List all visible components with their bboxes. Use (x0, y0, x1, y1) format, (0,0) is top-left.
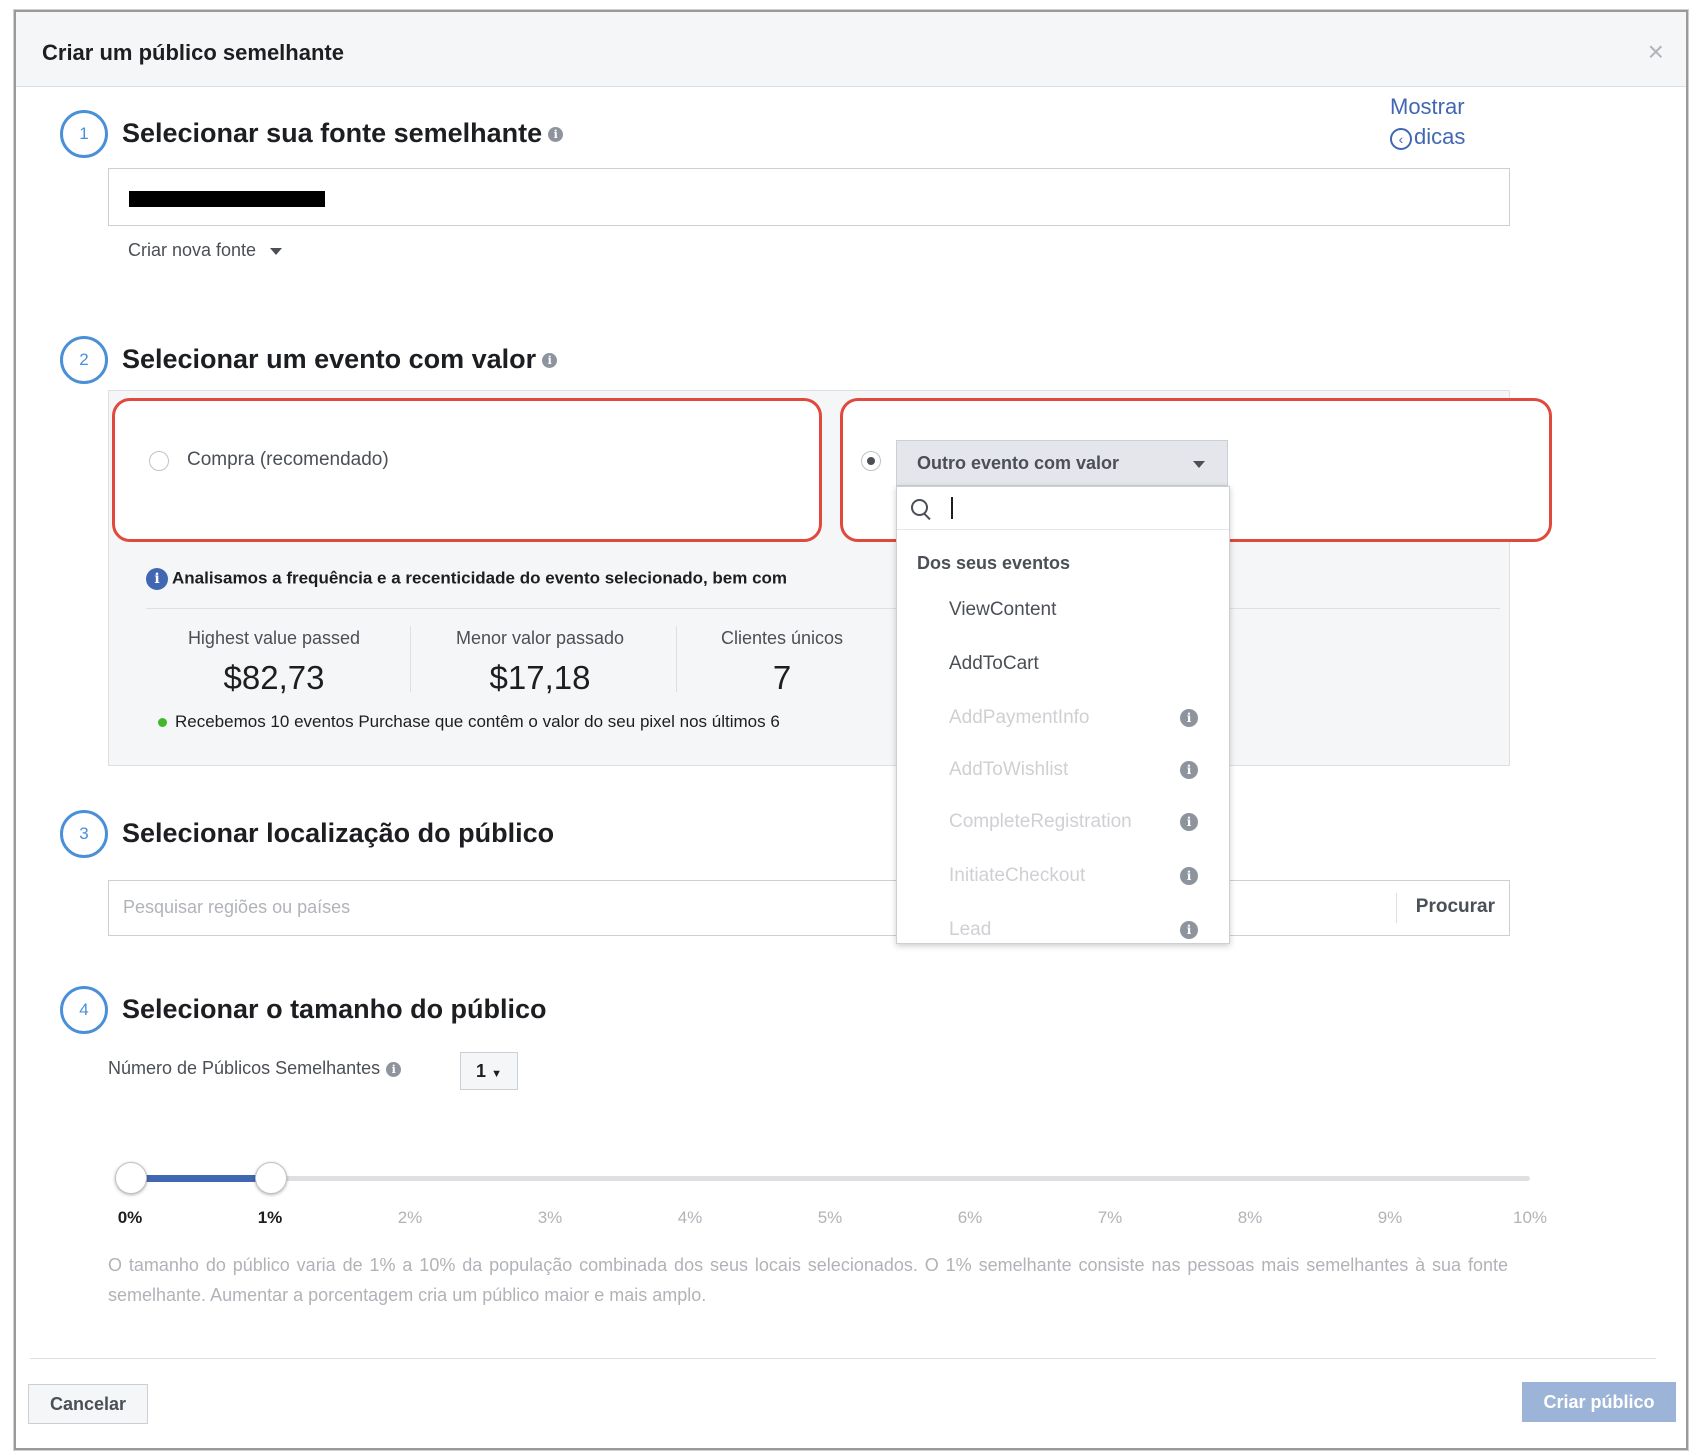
location-search-button[interactable]: Procurar (1416, 896, 1495, 918)
slider-handle-min[interactable] (115, 1162, 147, 1194)
stat-label: Clientes únicos (720, 628, 844, 648)
audience-count-select[interactable]: 1 ▼ (460, 1052, 518, 1090)
audience-count-value: 1 (476, 1061, 487, 1081)
location-search-input[interactable]: Pesquisar regiões ou países (123, 897, 350, 918)
chevron-down-icon (1193, 461, 1205, 468)
tips-line1: Mostrar (1390, 94, 1465, 119)
menu-search-input[interactable] (897, 487, 1229, 530)
info-analysis-label: Analisamos a frequência e a recenticidad… (172, 568, 788, 588)
stat-value: $17,18 (489, 659, 591, 696)
slider-tick: 7% (1097, 1208, 1123, 1227)
chevron-left-icon: ‹ (1390, 128, 1412, 150)
menu-item-initiatecheckout: InitiateCheckout (949, 865, 1086, 886)
dialog-title: Criar um público semelhante (42, 40, 344, 65)
text-cursor (951, 497, 953, 519)
slider-tick: 3% (537, 1208, 563, 1227)
slider-tick: 6% (957, 1208, 983, 1227)
received-events-label: Recebemos 10 eventos Purchase que contêm… (175, 712, 780, 731)
audience-size-description: O tamanho do público varia de 1% a 10% d… (108, 1255, 1508, 1305)
received-events-text: Recebemos 10 eventos Purchase que contêm… (158, 712, 894, 732)
stat-value: 7 (772, 659, 792, 696)
location-search-box[interactable]: Pesquisar regiões ou países Procurar (108, 880, 1510, 936)
show-tips-link[interactable]: Mostrar ‹ dicas (1390, 92, 1500, 152)
info-icon: i (146, 568, 168, 590)
stat-lowest-value: Menor valor passado $17,18 (410, 628, 670, 697)
step-number-1: 1 (60, 110, 108, 158)
redacted-source-name (129, 191, 325, 207)
event-dropdown-menu: Dos seus eventos ViewContent AddToCart A… (896, 486, 1230, 944)
slider-tick: 8% (1237, 1208, 1263, 1227)
other-event-dropdown-label: Outro evento com valor (917, 453, 1120, 473)
create-audience-button[interactable]: Criar público (1522, 1382, 1676, 1422)
info-icon[interactable]: i (1180, 761, 1198, 779)
search-icon (911, 499, 928, 516)
divider (1396, 893, 1397, 923)
step-title-2-text: Selecionar um evento com valor (122, 344, 537, 374)
menu-item-viewcontent[interactable]: ViewContent (949, 599, 1056, 621)
menu-item-completeregistration: CompleteRegistration (949, 811, 1132, 832)
slider-tick: 9% (1377, 1208, 1403, 1227)
other-event-radio[interactable] (861, 451, 881, 471)
slider-tick: 2% (397, 1208, 423, 1227)
step-title-2: Selecionar um evento com valor i (122, 344, 558, 375)
purchase-radio[interactable] (149, 451, 169, 471)
menu-item-addtowishlist: AddToWishlist (949, 759, 1069, 780)
purchase-option-label: Compra (recomendado) (187, 449, 389, 470)
tips-line2: dicas (1414, 124, 1466, 149)
purchase-option-box[interactable]: Compra (recomendado) (112, 398, 822, 542)
slider-tick: 10% (1512, 1208, 1548, 1227)
menu-item-lead: Lead (949, 919, 992, 940)
menu-group-label: Dos seus eventos (917, 553, 1071, 573)
slider-tick: 4% (677, 1208, 703, 1227)
step-title-1-text: Selecionar sua fonte semelhante (122, 118, 543, 148)
create-new-source-dropdown[interactable]: Criar nova fonte (128, 240, 283, 261)
step-title-4: Selecionar o tamanho do público (122, 994, 547, 1024)
slider-handle-max[interactable] (255, 1162, 287, 1194)
info-icon[interactable]: i (548, 127, 564, 143)
audience-count-text: Número de Públicos Semelhantes (108, 1058, 381, 1078)
divider (30, 1358, 1656, 1359)
divider (146, 608, 1500, 609)
step-number-3: 3 (60, 810, 108, 858)
stat-label: Menor valor passado (455, 628, 625, 648)
info-icon[interactable]: i (1180, 709, 1198, 727)
info-icon[interactable]: i (542, 353, 558, 369)
step-title-3: Selecionar localização do público (122, 818, 555, 848)
menu-item-addtocart[interactable]: AddToCart (949, 653, 1039, 675)
stat-value: $82,73 (223, 659, 325, 696)
info-analysis-text: i Analisamos a frequência e a recenticida… (146, 568, 894, 590)
source-selector[interactable] (108, 168, 1510, 226)
cancel-button[interactable]: Cancelar (28, 1384, 148, 1424)
chevron-down-icon: ▼ (491, 1068, 502, 1080)
slider-selected-range (128, 1175, 268, 1182)
slider-tick: 5% (817, 1208, 843, 1227)
other-event-dropdown[interactable]: Outro evento com valor (896, 440, 1228, 486)
close-icon[interactable]: × (1648, 38, 1664, 66)
create-new-source-label: Criar nova fonte (128, 240, 257, 260)
info-icon[interactable]: i (386, 1061, 402, 1077)
menu-item-addpaymentinfo: AddPaymentInfo (949, 707, 1090, 728)
step-number-4: 4 (60, 986, 108, 1034)
audience-size-slider[interactable] (128, 1176, 1530, 1181)
slider-tick: 1% (257, 1208, 283, 1227)
audience-count-label: Número de Públicos Semelhantes i (108, 1058, 402, 1079)
info-icon[interactable]: i (1180, 813, 1198, 831)
info-icon[interactable]: i (1180, 921, 1198, 939)
dialog-header: Criar um público semelhante × (16, 12, 1686, 87)
step-title-1: Selecionar sua fonte semelhante i (122, 118, 564, 149)
stat-highest-value: Highest value passed $82,73 (144, 628, 404, 697)
slider-tick: 0% (117, 1208, 143, 1227)
info-icon[interactable]: i (1180, 867, 1198, 885)
stat-label: Highest value passed (187, 628, 361, 648)
status-dot-icon (158, 718, 167, 728)
step-number-2: 2 (60, 336, 108, 384)
chevron-down-icon (270, 247, 283, 255)
stat-unique-clients: Clientes únicos 7 (652, 628, 912, 697)
